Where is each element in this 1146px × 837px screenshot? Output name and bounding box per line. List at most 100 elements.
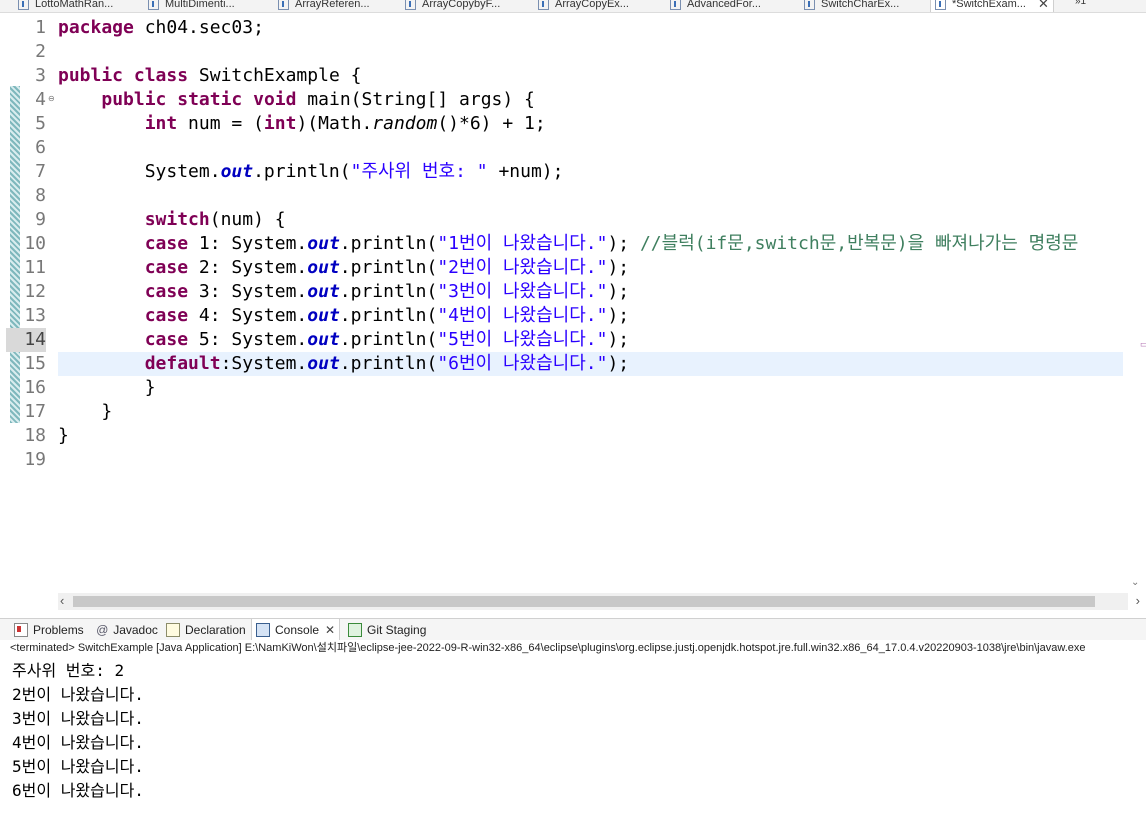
code-line[interactable]: } (58, 376, 1123, 400)
tab-problems[interactable]: Problems (14, 619, 84, 641)
code-token: (num) { (209, 209, 286, 230)
code-line[interactable]: default:System.out.println("6번이 나왔습니다.")… (58, 352, 1123, 376)
code-token: .println( (253, 161, 351, 182)
scroll-down-icon[interactable]: ⌄ (1131, 577, 1139, 588)
code-token: ); (607, 353, 630, 374)
code-line[interactable] (58, 40, 1123, 64)
scrollbar-thumb[interactable] (73, 596, 1095, 607)
java-file-icon (405, 0, 416, 10)
line-number: 19 (24, 449, 46, 470)
code-line[interactable]: public static void main(String[] args) { (58, 88, 1123, 112)
java-file-icon (18, 0, 29, 10)
code-line[interactable]: case 1: System.out.println("1번이 나왔습니다.")… (58, 232, 1123, 256)
code-line[interactable]: package ch04.sec03; (58, 16, 1123, 40)
fold-collapse-icon[interactable]: ⊖ (48, 94, 55, 103)
editor-tab[interactable]: ArrayCopyEx... (538, 0, 629, 12)
tab-label: ArrayCopyEx... (555, 0, 629, 10)
console-output-line: 4번이 나왔습니다. (12, 733, 144, 752)
editor-tab[interactable]: SwitchCharEx... (804, 0, 899, 12)
editor-tab-active[interactable]: *SwitchExam... ✕ (930, 0, 1054, 12)
code-line[interactable]: } (58, 424, 1123, 448)
tab-git-staging[interactable]: Git Staging (348, 619, 426, 641)
code-line[interactable]: System.out.println("주사위 번호: " +num); (58, 160, 1123, 184)
horizontal-scrollbar[interactable]: ‹ › (58, 593, 1140, 610)
line-number: 10 (24, 233, 46, 254)
code-line[interactable] (58, 136, 1123, 160)
code-token: 1: System. (188, 233, 308, 254)
code-token: "2번이 나왔습니다." (437, 257, 608, 278)
code-token: case (144, 305, 189, 326)
code-token: case (144, 281, 189, 302)
code-line[interactable]: public class SwitchExample { (58, 64, 1123, 88)
scroll-left-icon[interactable]: ‹ (60, 593, 64, 608)
code-token: ); (607, 305, 630, 326)
tab-javadoc[interactable]: @ Javadoc (96, 619, 158, 641)
line-number: 5 (35, 113, 46, 134)
java-file-icon (148, 0, 159, 10)
tab-git-label: Git Staging (367, 623, 427, 637)
line-number: 1 (35, 17, 46, 38)
editor-tab[interactable]: AdvancedFor... (670, 0, 761, 12)
code-token: out (307, 329, 340, 350)
line-number: 2 (35, 41, 46, 62)
tab-label: ArrayCopybyF... (422, 0, 501, 10)
code-token: random (372, 113, 438, 134)
code-line[interactable]: case 3: System.out.println("3번이 나왔습니다.")… (58, 280, 1123, 304)
java-file-icon (804, 0, 815, 10)
overview-marker-icon: ▭ (1140, 339, 1146, 349)
line-number: 15 (24, 353, 46, 374)
code-token: case (144, 329, 189, 350)
close-console-icon[interactable]: ✕ (325, 623, 335, 637)
tab-declaration[interactable]: Declaration (166, 619, 246, 641)
line-number: 8 (35, 185, 46, 206)
code-token: 2: System. (188, 257, 308, 278)
code-token: ); (607, 233, 640, 254)
editor-tab[interactable]: MultiDimenti... (148, 0, 235, 12)
code-token: ); (607, 281, 630, 302)
console-output-line: 6번이 나왔습니다. (12, 781, 144, 800)
code-line[interactable] (58, 184, 1123, 208)
code-token: .println( (339, 353, 438, 374)
console-output-line: 2번이 나왔습니다. (12, 685, 144, 704)
tab-overflow-indicator[interactable]: »1 (1075, 0, 1086, 7)
close-tab-icon[interactable]: ✕ (1038, 0, 1049, 12)
vertical-scrollbar[interactable]: ▭ ⌄ (1124, 13, 1146, 610)
code-line[interactable]: case 5: System.out.println("5번이 나왔습니다.")… (58, 328, 1123, 352)
code-token: ); (607, 257, 630, 278)
code-line[interactable]: case 4: System.out.println("4번이 나왔습니다.")… (58, 304, 1123, 328)
code-token: .println( (339, 281, 438, 302)
line-number-gutter: 1 2 3 4 ⊖ 5 6 7 8 9 10 11 12 13 14 15 16 17 18 19 (6, 13, 55, 590)
java-file-icon (935, 0, 946, 10)
editor-tab[interactable]: ArrayCopybyF... (405, 0, 500, 12)
tab-console[interactable]: Console ✕ (251, 619, 341, 641)
editor-tab[interactable]: LottoMathRan... (18, 0, 113, 12)
code-token: :System. (220, 353, 308, 374)
tab-label: *SwitchExam... (952, 0, 1026, 10)
code-token: out (307, 257, 340, 278)
code-area[interactable]: package ch04.sec03; public class SwitchEx… (58, 13, 1123, 590)
code-editor[interactable]: 1 2 3 4 ⊖ 5 6 7 8 9 10 11 12 13 14 15 16 17 18 19 package c… (0, 13, 1146, 610)
code-line[interactable]: } (58, 400, 1123, 424)
code-line[interactable] (58, 448, 1123, 472)
console-view[interactable]: <terminated> SwitchExample [Java Applica… (0, 640, 1146, 837)
tab-javadoc-label: Javadoc (113, 623, 158, 637)
code-token: .println( (339, 329, 438, 350)
code-token: public (58, 65, 124, 86)
tab-label: SwitchCharEx... (821, 0, 900, 10)
code-token: 5: System. (188, 329, 308, 350)
line-number: 12 (24, 281, 46, 302)
code-line[interactable]: int num = (int)(Math.random()*6) + 1; (58, 112, 1123, 136)
editor-tab[interactable]: ArrayReferen... (278, 0, 370, 12)
code-line[interactable]: switch(num) { (58, 208, 1123, 232)
code-token: num = ( (177, 113, 264, 134)
code-line[interactable]: case 2: System.out.println("2번이 나왔습니다.")… (58, 256, 1123, 280)
line-number: 18 (24, 425, 46, 446)
tab-label: AdvancedFor... (687, 0, 761, 10)
scroll-right-icon[interactable]: › (1136, 593, 1140, 608)
code-token: main(String[] args) { (296, 89, 535, 110)
